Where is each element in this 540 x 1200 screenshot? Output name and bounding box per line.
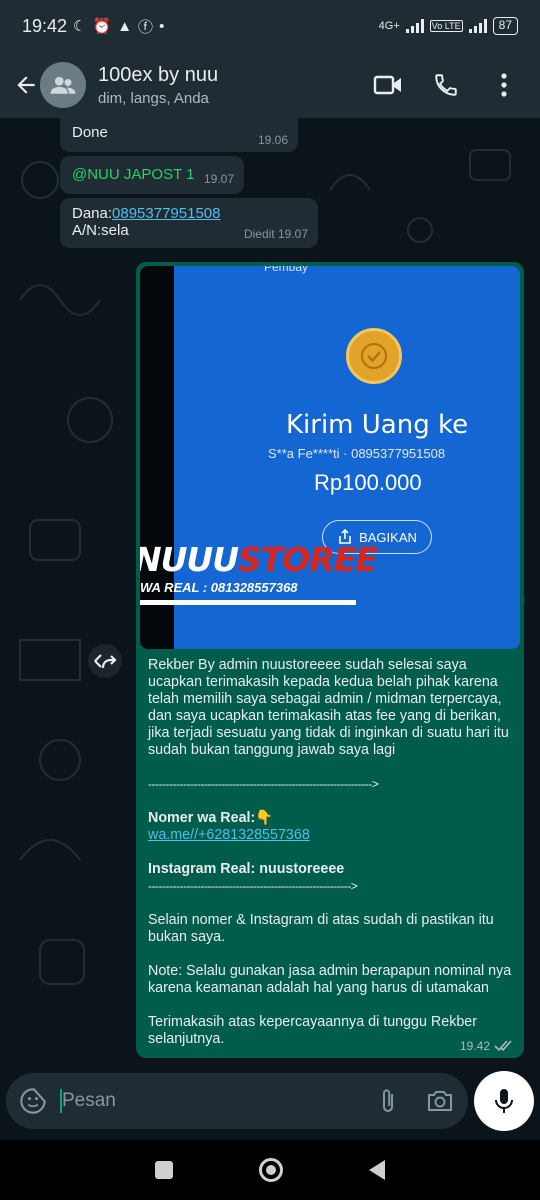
signal-icon-2: [468, 19, 487, 33]
transfer-heading: Kirim Uang ke: [286, 410, 469, 440]
alarm-icon: ⏰: [92, 18, 112, 35]
watermark-underline: [140, 600, 356, 605]
wa-link[interactable]: wa.me//+6281328557368: [148, 827, 512, 844]
clock: 19:42: [22, 15, 68, 36]
message-composer: Pesan: [6, 1073, 468, 1129]
caption-paragraph: Terimakasih atas kepercayaannya di tungg…: [148, 1014, 478, 1047]
wa-label: Nomer wa Real:: [148, 810, 256, 826]
forward-icon[interactable]: [88, 644, 122, 678]
system-indicators: 4G+ Vo LTE 87: [379, 17, 518, 35]
more-options-icon[interactable]: [486, 67, 522, 103]
watermark-red: STOREE: [238, 540, 378, 579]
chat-header: 100ex by nuu dim, langs, Anda: [0, 52, 540, 118]
group-name: 100ex by nuu: [98, 63, 219, 86]
notification-icons: ☾ ⏰ ▲ ⓕ •: [73, 16, 164, 37]
status-bar: 19:42 ☾ ⏰ ▲ ⓕ • 4G+ Vo LTE 87: [0, 0, 540, 52]
volte-label: Vo LTE: [429, 20, 463, 32]
message-time: 19.07: [203, 172, 234, 186]
warning-icon: ▲: [117, 17, 133, 35]
recipient-info: S**a Fe****ti · 0895377951508: [268, 446, 446, 461]
caption-paragraph: Rekber By admin nuustoreeee sudah selesa…: [148, 657, 509, 758]
network-type: 4G+: [378, 20, 400, 32]
watermark-white: NUUU: [140, 540, 239, 579]
video-call-icon[interactable]: [370, 67, 406, 103]
battery-level: 87: [492, 17, 518, 35]
attach-icon[interactable]: [364, 1087, 412, 1115]
chat-title-area[interactable]: 100ex by nuu dim, langs, Anda: [98, 64, 370, 107]
back-nav-icon[interactable]: [369, 1160, 385, 1180]
mic-button[interactable]: [474, 1071, 534, 1131]
moon-icon: ☾: [73, 18, 87, 35]
group-avatar-icon[interactable]: [40, 62, 86, 108]
message-text: Done: [72, 124, 108, 141]
watermark-logo: NUUUSTOREE: [140, 540, 378, 579]
message-time: 19.06: [257, 133, 288, 147]
message-bubble[interactable]: @NUU JAPOST 1 19.07: [60, 156, 244, 194]
group-members: dim, langs, Anda: [98, 89, 209, 107]
payment-receipt: Pembay Kirim Uang ke S**a Fe****ti · 089…: [140, 266, 520, 649]
point-down-emoji: 👇: [255, 810, 274, 826]
signal-icon: [405, 19, 424, 33]
mention-link[interactable]: @NUU JAPOST 1: [72, 166, 194, 183]
voice-call-icon[interactable]: [428, 67, 464, 103]
watermark-contact: WA REAL : 081328557368: [140, 580, 298, 595]
transfer-amount: Rp100.000: [314, 470, 422, 495]
payment-screenshot-image[interactable]: Pembay Kirim Uang ke S**a Fe****ti · 089…: [140, 266, 520, 649]
dot-icon: •: [159, 17, 165, 35]
outgoing-message-bubble[interactable]: Pembay Kirim Uang ke S**a Fe****ti · 089…: [136, 262, 524, 1058]
check-badge-icon: [346, 328, 402, 384]
message-input[interactable]: Pesan: [62, 1090, 364, 1112]
message-time: Diedit 19.07: [244, 226, 308, 243]
facebook-icon: ⓕ: [138, 18, 154, 36]
edited-label: Diedit: [243, 227, 275, 241]
phone-link[interactable]: 0895377951508: [112, 205, 220, 222]
caption-paragraph: Note: Selalu gunakan jasa admin berapapu…: [148, 963, 512, 996]
mic-icon: [495, 1089, 513, 1113]
caption-paragraph: Selain nomer & Instagram di atas sudah d…: [148, 912, 494, 945]
separator-line: ----------------------------------------…: [148, 879, 358, 893]
system-nav-bar: [0, 1140, 540, 1200]
instagram-label: Instagram Real: nuustoreeee: [148, 861, 345, 877]
camera-icon[interactable]: [412, 1089, 468, 1113]
header-actions: [370, 67, 522, 103]
chat-screen: 19:42 ☾ ⏰ ▲ ⓕ • 4G+ Vo LTE 87 100ex by n…: [0, 0, 540, 1200]
message-bubble[interactable]: Done 19.06: [60, 118, 298, 152]
message-time: 19.42: [459, 1039, 490, 1053]
recents-icon[interactable]: [155, 1161, 173, 1179]
message-meta: 19.42: [460, 1039, 514, 1053]
sticker-icon[interactable]: [6, 1087, 60, 1115]
message-time-value: 19.07: [277, 227, 308, 241]
home-icon[interactable]: [259, 1158, 283, 1182]
message-bubble[interactable]: Dana:0895377951508 A/N:sela Diedit 19.07: [60, 198, 318, 248]
message-caption: Rekber By admin nuustoreeee sudah selesa…: [140, 649, 520, 1048]
separator-line: ----------------------------------------…: [148, 777, 379, 791]
double-check-icon: [494, 1040, 512, 1052]
dana-label: Dana:: [72, 205, 113, 222]
partial-header-text: Pembay: [264, 266, 309, 274]
